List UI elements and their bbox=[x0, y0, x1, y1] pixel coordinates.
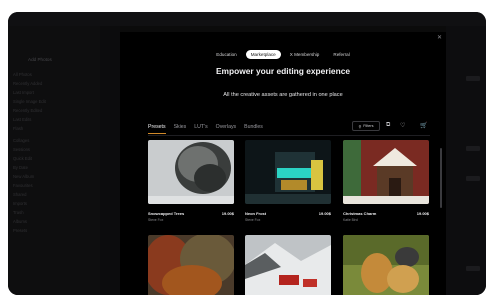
divider bbox=[148, 135, 430, 136]
heart-icon[interactable]: ♡ bbox=[400, 122, 405, 129]
compare-icon[interactable]: ⧉ bbox=[386, 122, 390, 129]
product-name: Christmas Charm bbox=[343, 211, 377, 216]
marketplace-modal: ✕ Education Marketplace X Membership Ref… bbox=[120, 32, 446, 295]
product-name: Snowcapped Trees bbox=[148, 211, 185, 216]
product-card[interactable]: Snowcapped Trees 19.00$ Steve Fox bbox=[148, 140, 234, 222]
product-image bbox=[148, 235, 234, 295]
modal-title: Empower your editing experience bbox=[215, 66, 351, 76]
app-window: Add Photos All Photos Recently Added Las… bbox=[8, 12, 486, 295]
scrollbar[interactable] bbox=[440, 148, 442, 208]
product-card[interactable] bbox=[343, 235, 429, 295]
product-card[interactable] bbox=[245, 235, 331, 295]
product-price: 19.00$ bbox=[221, 211, 234, 216]
tab-marketplace[interactable]: Marketplace bbox=[245, 50, 281, 59]
product-image bbox=[245, 235, 331, 295]
product-image bbox=[148, 140, 234, 204]
modal-tabs: Education Marketplace X Membership Refer… bbox=[120, 50, 446, 59]
tab-referral[interactable]: Referral bbox=[328, 50, 354, 59]
filter-icon: ⚲ bbox=[358, 124, 362, 129]
modal-subtitle: All the creative assets are gathered in … bbox=[223, 92, 343, 98]
product-card[interactable] bbox=[148, 235, 234, 295]
product-author: Steve Fox bbox=[245, 218, 261, 222]
tab-skies[interactable]: Skies bbox=[174, 124, 187, 134]
tab-overlays[interactable]: Overlays bbox=[216, 124, 236, 134]
tab-education[interactable]: Education bbox=[211, 50, 241, 59]
tab-x-membership[interactable]: X Membership bbox=[285, 50, 325, 59]
category-tabs: Presets Skies LUT's Overlays Bundles bbox=[148, 124, 263, 134]
product-card[interactable]: Neon Frost 19.00$ Steve Fox bbox=[245, 140, 331, 222]
product-image bbox=[245, 140, 331, 204]
tab-bundles[interactable]: Bundles bbox=[244, 124, 263, 134]
filters-label: Filters bbox=[363, 124, 374, 128]
close-icon[interactable]: ✕ bbox=[437, 34, 442, 41]
filters-button[interactable]: ⚲ Filters bbox=[352, 121, 380, 131]
product-author: Steve Fox bbox=[148, 218, 164, 222]
product-name: Neon Frost bbox=[245, 211, 267, 216]
product-author: Katie Bird bbox=[343, 218, 358, 222]
product-image bbox=[343, 235, 429, 295]
cart-icon[interactable]: 🛒 bbox=[420, 122, 427, 129]
tab-luts[interactable]: LUT's bbox=[194, 124, 207, 134]
product-card[interactable]: Christmas Charm 19.00$ Katie Bird bbox=[343, 140, 429, 222]
product-image bbox=[343, 140, 429, 204]
tab-presets[interactable]: Presets bbox=[148, 124, 166, 134]
product-price: 19.00$ bbox=[416, 211, 429, 216]
product-price: 19.00$ bbox=[318, 211, 331, 216]
